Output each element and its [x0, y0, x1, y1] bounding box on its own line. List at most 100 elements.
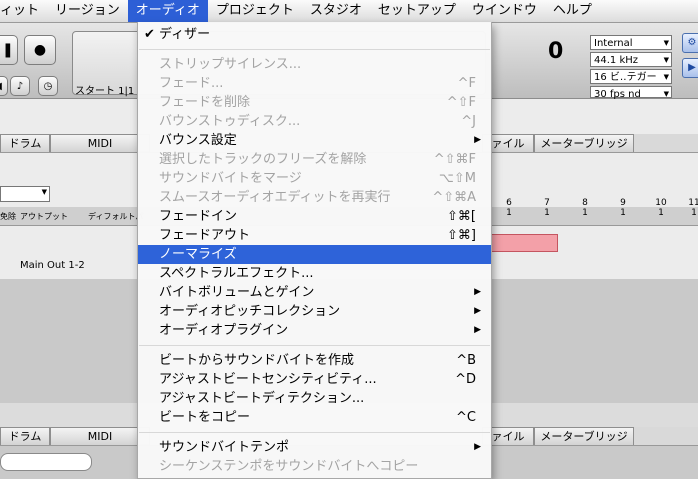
menu-item-label: サウンドバイトテンポ — [159, 440, 290, 455]
menu-item[interactable]: バウンス設定 ▶ — [138, 131, 491, 150]
menu-item[interactable]: アジャストビートディテクション... — [138, 389, 491, 408]
menu-separator — [139, 345, 490, 346]
menu-item[interactable]: フェードアウト ⇧⌘] — [138, 226, 491, 245]
ruler-num: 9 — [620, 198, 626, 208]
record-icon: ● — [33, 42, 47, 58]
submenu-arrow-icon: ▶ — [474, 135, 481, 145]
menu-item[interactable]: オーディオプラグイン ▶ — [138, 321, 491, 340]
menu-help[interactable]: ヘルプ — [545, 0, 600, 22]
tab-drum-bottom[interactable]: ドラム — [0, 427, 50, 445]
menu-item-shortcut: ^⇧⌘F — [433, 152, 476, 167]
ruler-num: 7 — [544, 198, 550, 208]
menu-item-label: フェードイン — [159, 209, 238, 224]
menu-item: ストリップサイレンス... — [138, 55, 491, 74]
submenu-arrow-icon: ▶ — [474, 442, 481, 452]
menu-item-shortcut: ⇧⌘] — [447, 228, 476, 243]
bit-depth-select[interactable]: 16 ビ‥テガー — [590, 69, 672, 85]
tab-meter-bridge[interactable]: メーターブリッジ — [534, 134, 634, 152]
menu-item[interactable]: ビートからサウンドバイトを作成 ^B — [138, 351, 491, 370]
menu-item[interactable]: バイトボリュームとゲイン ▶ — [138, 283, 491, 302]
ruler-num: 8 — [582, 198, 588, 208]
menu-item-label: スペクトラルエフェクト... — [159, 266, 314, 281]
menu-item[interactable]: オーディオピッチコレクション ▶ — [138, 302, 491, 321]
rewind-button[interactable]: ◀ — [0, 76, 8, 96]
audio-region[interactable] — [490, 234, 558, 252]
tab-meter-bridge-bottom[interactable]: メーターブリッジ — [534, 427, 634, 445]
ruler-num: 10 — [655, 198, 667, 208]
menu-item-label: オーディオプラグイン — [159, 323, 289, 338]
play-side-icon[interactable]: ▶ — [682, 58, 698, 78]
ruler-num: 11 — [688, 198, 698, 208]
menu-item[interactable]: フェードイン ⇧⌘[ — [138, 207, 491, 226]
menu-item-label: 選択したトラックのフリーズを解除 — [159, 152, 367, 167]
pause-icon: ❚❚ — [0, 42, 14, 58]
tempo-button[interactable]: ♪ — [10, 76, 30, 96]
menu-item-label: フェードアウト — [159, 228, 251, 243]
audio-menu: ✔ ディザーストリップサイレンス... フェード... ^F フェードを削除 ^⇧F バウン… — [137, 22, 492, 479]
checkmark-icon: ✔ — [144, 27, 155, 42]
col-default: ディフォルトパ — [88, 212, 144, 221]
menu-item-label: アジャストビートセンシティビティ... — [159, 372, 377, 387]
submenu-arrow-icon: ▶ — [474, 306, 481, 316]
sample-rate-select[interactable]: 44.1 kHz — [590, 52, 672, 68]
menu-item-shortcut: ^⇧⌘A — [432, 190, 476, 205]
ruler-sub: 1 — [544, 208, 550, 218]
col-exempt: 免除 — [0, 212, 16, 221]
tab-drum[interactable]: ドラム — [0, 134, 50, 152]
menu-item: フェードを削除 ^⇧F — [138, 93, 491, 112]
menu-item[interactable]: スペクトラルエフェクト... — [138, 264, 491, 283]
menu-item-label: シーケンステンポをサウンドバイトへコピー — [159, 459, 419, 474]
menu-item-label: フェードを削除 — [159, 95, 251, 110]
pause-button[interactable]: ❚❚ — [0, 35, 18, 65]
menu-item-label: バウンストゥディスク... — [159, 114, 301, 129]
track-select[interactable] — [0, 186, 50, 202]
menu-setup[interactable]: セットアップ — [370, 0, 464, 22]
rewind-icon: ◀ — [0, 81, 2, 92]
tab-midi-bottom[interactable]: MIDI — [50, 427, 150, 445]
side-tool-icon-1[interactable]: ⚙ — [682, 33, 698, 53]
search-field[interactable] — [0, 453, 92, 471]
menu-item-label: ストリップサイレンス... — [159, 57, 302, 72]
ruler-sub: 1 — [691, 208, 697, 218]
menu-item: バウンストゥディスク... ^J — [138, 112, 491, 131]
menu-separator — [139, 432, 490, 433]
menu-item-shortcut: ^B — [456, 353, 476, 368]
menu-window[interactable]: ウインドウ — [464, 0, 545, 22]
menu-item-shortcut: ^D — [455, 372, 476, 387]
menu-item[interactable]: ノーマライズ — [138, 245, 491, 264]
menu-item[interactable]: ビートをコピー ^C — [138, 408, 491, 427]
menu-studio[interactable]: スタジオ — [302, 0, 370, 22]
menu-separator — [139, 49, 490, 50]
ruler-num: 6 — [506, 198, 512, 208]
sync-source-select[interactable]: Internal — [590, 35, 672, 51]
menu-item-label: バイトボリュームとゲイン — [159, 285, 315, 300]
menu-item: フェード... ^F — [138, 74, 491, 93]
menu-item-shortcut: ^J — [461, 114, 476, 129]
menu-item-label: ビートをコピー — [159, 410, 251, 425]
menu-region[interactable]: リージョン — [47, 0, 128, 22]
menu-item-label: ディザー — [159, 27, 211, 42]
menu-item[interactable]: ✔ ディザー — [138, 25, 491, 44]
clock-button[interactable]: ◷ — [38, 76, 58, 96]
menu-audio[interactable]: オーディオ — [127, 0, 208, 22]
menu-item-shortcut: ^F — [457, 76, 476, 91]
menu-item-shortcut: ^⇧F — [446, 95, 476, 110]
ruler-sub: 1 — [620, 208, 626, 218]
tab-midi[interactable]: MIDI — [50, 134, 150, 152]
track-output[interactable]: Main Out 1-2 — [20, 260, 85, 271]
submenu-arrow-icon: ▶ — [474, 325, 481, 335]
record-button[interactable]: ● — [24, 35, 56, 65]
menu-project[interactable]: プロジェクト — [208, 0, 302, 22]
menu-edit[interactable]: ィット — [0, 0, 47, 22]
menu-item: サウンドバイトをマージ ⌥⇧M — [138, 169, 491, 188]
menu-item-shortcut: ^C — [456, 410, 476, 425]
metronome-icon: ♪ — [16, 80, 24, 92]
menu-item-shortcut: ⌥⇧M — [438, 171, 476, 186]
menu-item-label: フェード... — [159, 76, 224, 91]
frame-rate-select[interactable]: 30 fps nd — [590, 86, 672, 102]
menu-item[interactable]: アジャストビートセンシティビティ... ^D — [138, 370, 491, 389]
ruler-sub: 1 — [658, 208, 664, 218]
menu-item[interactable]: サウンドバイトテンポ ▶ — [138, 438, 491, 457]
menu-item-label: オーディオピッチコレクション — [159, 304, 341, 319]
menu-item-shortcut: ⇧⌘[ — [447, 209, 476, 224]
